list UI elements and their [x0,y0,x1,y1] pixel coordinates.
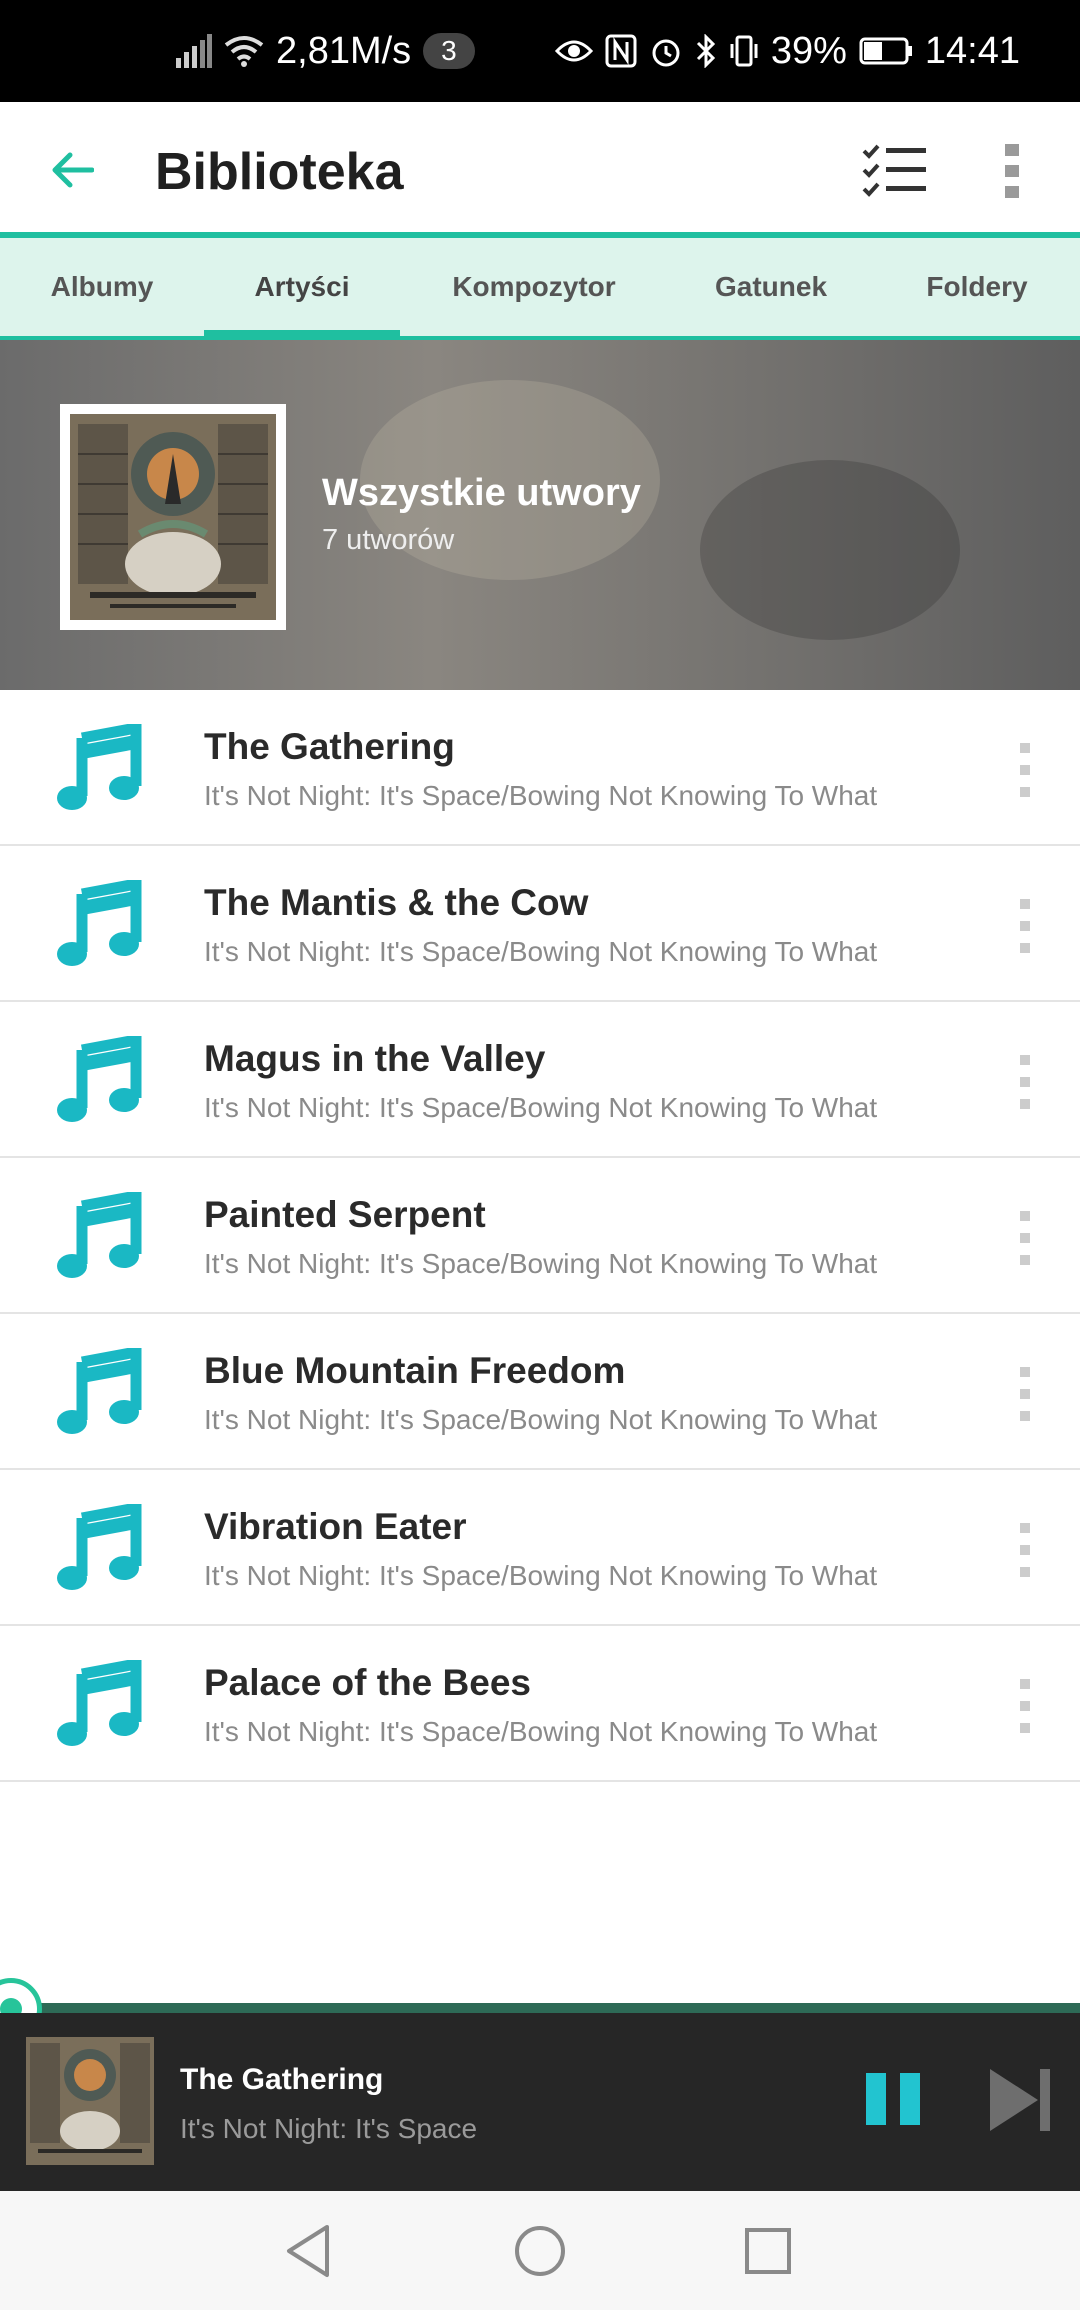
now-playing-artist: It's Not Night: It's Space [180,2113,478,2144]
music-note-icon [57,1036,142,1122]
track-more-button[interactable] [1008,1208,1042,1268]
nav-home-button[interactable] [502,2213,578,2289]
music-note-icon [57,1348,142,1434]
track-row[interactable]: Vibration Eater It's Not Night: It's Spa… [0,1470,1080,1626]
more-vertical-icon [1020,1367,1030,1421]
alarm-icon [649,34,683,68]
more-vertical-icon [1020,1679,1030,1733]
pause-icon [900,2073,920,2125]
track-title: The Gathering [204,726,455,767]
track-title: Palace of the Bees [204,1662,531,1703]
now-playing-title: The Gathering [180,2063,384,2096]
header-title: Wszystkie utwory [322,472,641,514]
eye-icon [554,37,593,65]
track-title: The Mantis & the Cow [204,882,589,923]
now-playing-album-art [26,2037,154,2165]
track-row[interactable]: Palace of the Bees It's Not Night: It's … [0,1626,1080,1782]
music-note-icon [57,1660,142,1746]
track-more-button[interactable] [1008,896,1042,956]
track-more-button[interactable] [1008,1520,1042,1580]
back-arrow-icon [52,152,94,188]
track-title: Blue Mountain Freedom [204,1350,626,1391]
status-right: 39% 14:41 [554,0,1020,102]
track-more-button[interactable] [1008,1052,1042,1112]
track-subtitle: It's Not Night: It's Space/Bowing Not Kn… [204,1716,878,1747]
track-more-button[interactable] [1008,1364,1042,1424]
music-note-icon [57,724,142,810]
playback-progress-bar[interactable] [0,2003,1080,2013]
all-tracks-header[interactable]: Wszystkie utwory 7 utworów [0,340,1080,690]
track-row[interactable]: Magus in the Valley It's Not Night: It's… [0,1002,1080,1158]
album-art-image [70,414,276,620]
music-note-icon [57,1504,142,1590]
track-count: 7 utworów [322,524,455,556]
overflow-menu-button[interactable] [990,136,1034,206]
notification-count-badge: 3 [423,33,475,69]
select-tracks-button[interactable] [860,136,930,206]
track-row[interactable]: Painted Serpent It's Not Night: It's Spa… [0,1158,1080,1314]
track-more-button[interactable] [1008,740,1042,800]
track-subtitle: It's Not Night: It's Space/Bowing Not Kn… [204,1248,878,1279]
tab-genre[interactable]: Gatunek [668,238,874,336]
track-more-button[interactable] [1008,1676,1042,1736]
battery-percent: 39% [770,29,847,72]
track-subtitle: It's Not Night: It's Space/Bowing Not Kn… [204,780,878,811]
next-track-button[interactable] [988,2067,1052,2133]
music-note-icon [57,1192,142,1278]
tab-folders[interactable]: Foldery [874,238,1080,336]
more-vertical-icon [1020,1055,1030,1109]
more-vertical-icon [1020,899,1030,953]
track-subtitle: It's Not Night: It's Space/Bowing Not Kn… [204,1404,878,1435]
track-subtitle: It's Not Night: It's Space/Bowing Not Kn… [204,1560,878,1591]
back-triangle-icon [287,2225,329,2277]
skip-next-icon [990,2069,1050,2131]
vibrate-icon [729,34,759,68]
clock: 14:41 [924,29,1020,72]
track-row[interactable]: The Mantis & the Cow It's Not Night: It'… [0,846,1080,1002]
tab-artists[interactable]: Artyści [204,238,400,336]
more-vertical-icon [1020,743,1030,797]
more-vertical-icon [1020,1211,1030,1265]
track-title: Painted Serpent [204,1194,486,1235]
nfc-icon [605,34,637,68]
track-title: Magus in the Valley [204,1038,546,1079]
pause-button[interactable] [866,2073,920,2129]
app-bar: Biblioteka [0,102,1080,238]
track-subtitle: It's Not Night: It's Space/Bowing Not Kn… [204,936,878,967]
more-vertical-icon [1005,144,1019,198]
header-background-blur [700,460,960,640]
pause-icon [866,2073,886,2125]
nav-recents-button[interactable] [730,2213,806,2289]
music-note-icon [57,880,142,966]
track-list: The Gathering It's Not Night: It's Space… [0,690,1080,1782]
tab-albums[interactable]: Albumy [0,238,204,336]
signal-icon [176,34,212,68]
battery-icon [859,37,913,65]
library-tabs: Albumy Artyści Kompozytor Gatunek Folder… [0,238,1080,340]
status-left: 2,81M/s 3 [176,0,475,102]
more-vertical-icon [1020,1523,1030,1577]
checklist-icon [862,144,926,197]
track-row[interactable]: Blue Mountain Freedom It's Not Night: It… [0,1314,1080,1470]
back-button[interactable] [40,138,104,202]
bluetooth-icon [695,34,717,68]
nav-back-button[interactable] [270,2213,346,2289]
system-navigation-bar [0,2191,1080,2310]
status-bar: 2,81M/s 3 39% 14:41 [0,0,1080,102]
mini-player[interactable]: The Gathering It's Not Night: It's Space [0,2013,1080,2191]
home-circle-icon [515,2226,565,2276]
active-tab-indicator [204,330,400,338]
network-speed: 2,81M/s [276,29,412,72]
track-row[interactable]: The Gathering It's Not Night: It's Space… [0,690,1080,846]
track-subtitle: It's Not Night: It's Space/Bowing Not Kn… [204,1092,878,1123]
wifi-icon [224,35,264,67]
page-title: Biblioteka [155,143,404,201]
recents-square-icon [745,2228,791,2274]
track-title: Vibration Eater [204,1506,467,1547]
album-cover [60,404,286,630]
tab-composer[interactable]: Kompozytor [400,238,668,336]
